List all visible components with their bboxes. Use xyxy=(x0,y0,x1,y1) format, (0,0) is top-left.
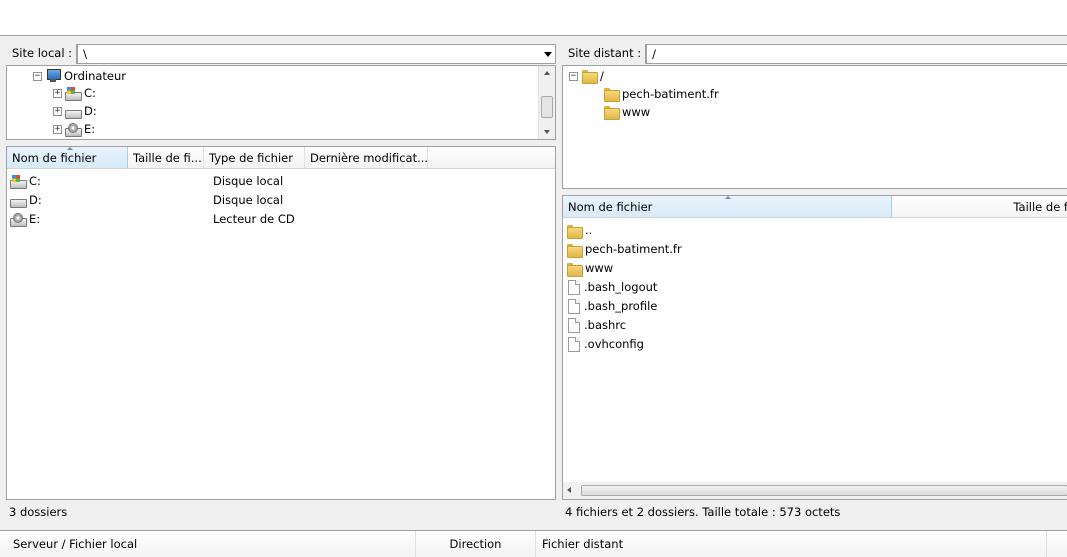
folder-icon xyxy=(566,243,583,258)
folder-icon xyxy=(581,69,598,84)
column-header-filler xyxy=(1047,531,1067,557)
message-log[interactable] xyxy=(0,0,1067,36)
scroll-left-icon[interactable] xyxy=(567,487,571,493)
remote-path-value: / xyxy=(652,47,656,61)
scroll-thumb[interactable] xyxy=(541,96,553,118)
tree-item-www[interactable]: www xyxy=(603,103,650,121)
tree-item-label: C: xyxy=(84,86,96,100)
file-name: .bash_profile xyxy=(584,299,658,313)
column-header-filler xyxy=(428,147,555,169)
tree-item-computer[interactable]: − Ordinateur xyxy=(33,67,126,85)
collapse-icon[interactable]: − xyxy=(33,71,42,81)
tree-item-drive-e[interactable]: + E: xyxy=(53,120,95,138)
local-file-list[interactable]: Nom de fichier Taille de fi... Type de f… xyxy=(6,146,556,500)
folder-icon xyxy=(603,87,620,102)
local-status-text: 3 dossiers xyxy=(9,505,68,519)
list-item[interactable]: pech-batiment.fr xyxy=(566,240,682,259)
local-tree-panel[interactable]: − Ordinateur + C: + D: + E: xyxy=(6,65,556,140)
drive-icon xyxy=(10,194,27,208)
column-header-filename[interactable]: Nom de fichier xyxy=(7,147,128,169)
remote-path-input[interactable]: / xyxy=(646,44,1067,64)
tree-item-label: pech-batiment.fr xyxy=(622,87,719,101)
scroll-up-icon[interactable] xyxy=(544,71,550,75)
tree-item-label: www xyxy=(622,105,651,119)
list-item[interactable]: E: Lecteur de CD xyxy=(10,210,550,229)
sort-ascending-icon xyxy=(67,147,73,150)
tree-item-pech-batiment[interactable]: pech-batiment.fr xyxy=(603,85,719,103)
remote-site-bar: Site distant : / xyxy=(562,42,1067,66)
column-header-modified[interactable]: Dernière modificat... xyxy=(305,147,428,169)
tree-item-label: D: xyxy=(84,104,97,118)
tree-item-label: / xyxy=(600,69,604,83)
column-header-direction[interactable]: Direction xyxy=(416,531,536,557)
sort-ascending-icon xyxy=(725,196,731,199)
local-path-combobox[interactable]: \ xyxy=(77,44,556,64)
column-header-filesize[interactable]: Taille de f xyxy=(892,196,1067,218)
expand-icon[interactable]: + xyxy=(53,124,62,134)
cd-drive-icon xyxy=(65,122,82,137)
remote-file-list[interactable]: Nom de fichier Taille de f .. pech-batim… xyxy=(562,195,1067,500)
column-header-filesize[interactable]: Taille de fi... xyxy=(128,147,204,169)
cd-drive-icon xyxy=(10,213,27,227)
list-item[interactable]: www xyxy=(566,259,613,278)
system-drive-icon xyxy=(10,175,27,189)
file-name: .bash_logout xyxy=(584,280,658,294)
list-item[interactable]: .ovhconfig xyxy=(566,335,644,354)
computer-icon xyxy=(45,69,61,83)
file-name: www xyxy=(585,261,614,275)
folder-icon xyxy=(566,224,583,239)
local-site-bar: Site local : \ xyxy=(6,42,556,66)
column-header-filename[interactable]: Nom de fichier xyxy=(563,196,892,218)
remote-tree-panel[interactable]: − / pech-batiment.fr www xyxy=(562,65,1067,189)
tree-item-root[interactable]: − / xyxy=(569,67,604,85)
drive-icon xyxy=(65,105,82,119)
list-item[interactable]: .bash_logout xyxy=(566,278,657,297)
tree-item-label: Ordinateur xyxy=(64,69,127,83)
local-path-value: \ xyxy=(83,47,87,61)
column-header-filetype[interactable]: Type de fichier xyxy=(204,147,305,169)
local-site-label: Site local : xyxy=(6,44,78,64)
list-item[interactable]: .bashrc xyxy=(566,316,626,335)
remote-status-bar: 4 fichiers et 2 dossiers. Taille totale … xyxy=(562,501,1067,523)
chevron-down-icon[interactable] xyxy=(544,52,552,57)
remote-site-label: Site distant : xyxy=(562,44,647,64)
file-icon xyxy=(568,299,580,314)
file-name: .bashrc xyxy=(584,318,627,332)
file-name: C: xyxy=(29,174,41,188)
file-type: Lecteur de CD xyxy=(213,212,295,226)
file-icon xyxy=(568,318,580,333)
local-tree-scrollbar[interactable] xyxy=(538,66,555,139)
file-icon xyxy=(568,280,580,295)
scroll-thumb[interactable] xyxy=(581,485,1067,496)
remote-status-text: 4 fichiers et 2 dossiers. Taille totale … xyxy=(565,505,841,519)
tree-item-drive-d[interactable]: + D: xyxy=(53,102,97,120)
file-name: .ovhconfig xyxy=(584,337,644,351)
tree-item-label: E: xyxy=(84,122,96,136)
list-item[interactable]: .bash_profile xyxy=(566,297,657,316)
file-type: Disque local xyxy=(213,174,284,188)
file-icon xyxy=(568,337,580,352)
column-header-server-local-file[interactable]: Serveur / Fichier local xyxy=(0,531,416,557)
folder-icon xyxy=(566,262,583,277)
file-name: E: xyxy=(29,212,41,226)
list-item[interactable]: .. xyxy=(566,221,592,240)
remote-list-hscrollbar[interactable] xyxy=(563,482,1067,499)
expand-icon[interactable]: + xyxy=(53,106,62,116)
file-type: Disque local xyxy=(213,193,284,207)
list-item[interactable]: D: Disque local xyxy=(10,191,550,210)
file-name: pech-batiment.fr xyxy=(585,242,682,256)
tree-item-drive-c[interactable]: + C: xyxy=(53,84,96,102)
local-status-bar: 3 dossiers xyxy=(6,501,556,523)
system-drive-icon xyxy=(65,86,82,101)
column-header-remote-file[interactable]: Fichier distant xyxy=(536,531,1047,557)
scroll-down-icon[interactable] xyxy=(544,130,550,134)
file-name: D: xyxy=(29,193,42,207)
file-name: .. xyxy=(585,223,593,237)
expand-icon[interactable]: + xyxy=(53,88,62,98)
transfer-queue[interactable]: Serveur / Fichier local Direction Fichie… xyxy=(0,530,1067,557)
list-item[interactable]: C: Disque local xyxy=(10,172,550,191)
folder-icon xyxy=(603,105,620,120)
collapse-icon[interactable]: − xyxy=(569,71,578,81)
